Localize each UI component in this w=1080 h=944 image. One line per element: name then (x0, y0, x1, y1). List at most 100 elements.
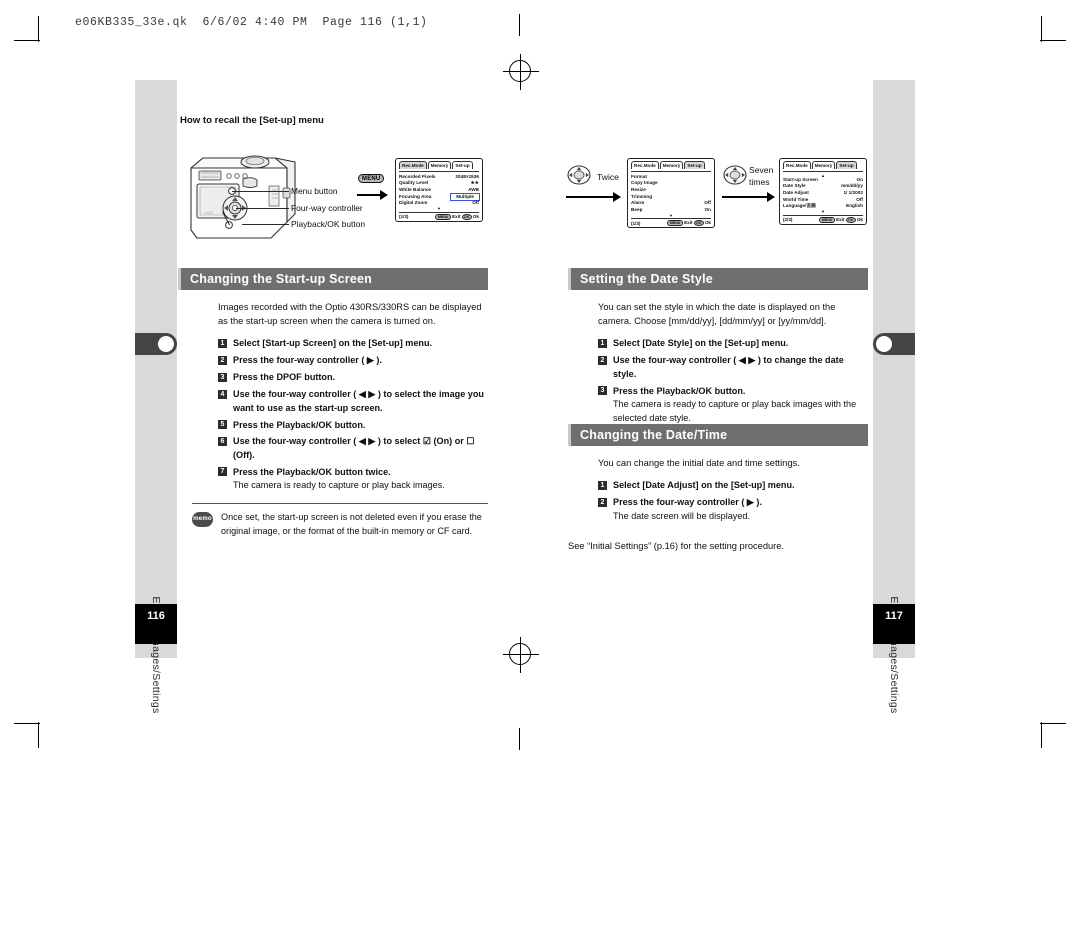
startup-intro: Images recorded with the Optio 430RS/330… (218, 302, 482, 327)
section-changing-date-time: Changing the Date/Time You can change th… (568, 424, 868, 553)
page-number-left: 116 (135, 604, 177, 644)
lcd3-row[interactable]: Start-up Screen On (783, 177, 863, 184)
step-text-sub: The camera is ready to capture or play b… (613, 399, 857, 423)
step-text: Press the Playback/OK button. (233, 419, 366, 430)
lcd2-row[interactable]: Copy Image (631, 180, 711, 187)
lcd2-tab-set-up[interactable]: Set-up (684, 161, 705, 170)
lcd3-row-value: 1/ 1/2002 (843, 190, 863, 196)
lcd2-row-label: Format (631, 173, 647, 179)
lcd1-tab-rec-mode[interactable]: Rec.Mode (399, 161, 427, 170)
lcd1-row[interactable]: Recorded Pixels 2048×1536 (399, 174, 479, 181)
lcd1-footer: (1/3) MENU Exit OK Ok (399, 211, 479, 220)
callout-line-four-way (236, 208, 289, 209)
lcd2-footer: (1/3) MENU Exit OK Ok (631, 218, 711, 227)
step-number: 2 (598, 497, 607, 507)
lcd2-rows: Format Copy Image Resize Trimming Alarm O… (631, 171, 711, 217)
step-item: 1 Select [Date Adjust] on the [Set-up] m… (598, 479, 868, 492)
lcd2-tab-rec-mode[interactable]: Rec.Mode (631, 161, 659, 170)
lcd3-rows: ▲ Start-up Screen On Date Style mm/dd/yy D… (783, 171, 863, 215)
crop-mark-bottom-right-h (1040, 723, 1066, 724)
crop-mark-top-left-h (14, 40, 40, 41)
step-text: Use the four-way controller ( ◀ ▶ ) to s… (233, 389, 484, 413)
step-text: Use the four-way controller ( ◀ ▶ ) to c… (613, 355, 844, 379)
crop-mark-bottom-left-h (14, 723, 40, 724)
datetime-steps: 1 Select [Date Adjust] on the [Set-up] m… (598, 479, 868, 523)
step-text: Select [Start-up Screen] on the [Set-up]… (233, 338, 433, 349)
step-number: 2 (598, 355, 607, 365)
howto-title: How to recall the [Set-up] menu (180, 115, 324, 126)
camera-illustration: LCD (190, 155, 296, 239)
lcd2-row-label: Beep (631, 207, 643, 213)
lcd3-row-label: Date Style (783, 183, 806, 189)
lcd1-tab-memory[interactable]: Memory (427, 161, 452, 170)
lcd2-exit-label: Exit (684, 220, 693, 226)
lcd2-row-label: Trimming (631, 193, 653, 199)
lcd3-tab-set-up[interactable]: Set-up (836, 161, 857, 170)
lcd1-row-label: White Balance (399, 187, 432, 193)
lcd-screen-rec-mode: Rec.Mode Memory Set-up Recorded Pixels 20… (395, 158, 483, 222)
step-text-sub: The camera is ready to capture or play b… (233, 480, 445, 491)
fold-mark-bottom (519, 728, 520, 750)
lcd1-row[interactable]: White Balance AWB (399, 187, 479, 194)
step-text: Press the four-way controller ( ▶ ). The… (613, 496, 762, 523)
step-item: 3 Press the Playback/OK button. The came… (598, 385, 868, 425)
step-item: 5 Press the Playback/OK button. (218, 419, 488, 432)
step-text-main: Press the four-way controller ( ▶ ). (613, 497, 762, 508)
lcd1-row-value: AWB (468, 187, 479, 193)
lcd2-row[interactable]: Resize (631, 187, 711, 194)
datestyle-intro: You can set the style in which the date … (598, 302, 836, 327)
lcd3-tabs: Rec.Mode Memory Set-up (783, 161, 863, 170)
lcd2-tab-memory[interactable]: Memory (659, 161, 684, 170)
datetime-intro: You can change the initial date and time… (598, 458, 800, 468)
lcd3-row[interactable]: Date Adjust 1/ 1/2002 (783, 190, 863, 197)
section-title-startup: Changing the Start-up Screen (178, 268, 488, 290)
lcd2-row[interactable]: Alarm Off (631, 200, 711, 207)
seven-label-line2: times (749, 177, 770, 187)
lcd1-row-label: Quality Level (399, 180, 429, 186)
lcd3-tab-rec-mode[interactable]: Rec.Mode (783, 161, 811, 170)
lcd1-tab-set-up[interactable]: Set-up (452, 161, 473, 170)
lcd3-tab-memory[interactable]: Memory (811, 161, 836, 170)
step-number: 7 (218, 467, 227, 477)
lcd2-row[interactable]: Format (631, 174, 711, 181)
step-item: 2 Press the four-way controller ( ▶ ). (218, 354, 488, 367)
step-number: 1 (598, 480, 607, 490)
step-text-main: Press the Playback/OK button. (613, 385, 746, 396)
lcd1-row[interactable]: Quality Level ★★ (399, 180, 479, 187)
step-item: 6 Use the four-way controller ( ◀ ▶ ) to… (218, 435, 488, 462)
lcd3-scroll-down-icon: ▼ (821, 209, 825, 215)
lcd2-row[interactable]: Trimming (631, 194, 711, 201)
page-number-right: 117 (873, 604, 915, 644)
crop-mark-bottom-right-v (1041, 722, 1042, 748)
lcd1-row-value: Multiple (450, 192, 480, 202)
step-text-sub: The date screen will be displayed. (613, 510, 750, 521)
lcd2-row-value: Off (704, 200, 711, 206)
lcd2-footer-keys: MENU Exit OK Ok (667, 220, 711, 227)
lcd3-ok-label: Ok (856, 216, 863, 222)
step-text: Press the Playback/OK button twice. The … (233, 466, 445, 493)
step-item: 4 Use the four-way controller ( ◀ ▶ ) to… (218, 388, 488, 415)
memo-text: Once set, the start-up screen is not del… (221, 511, 482, 536)
lcd3-ok-key-icon: OK (845, 216, 856, 223)
lcd1-row-selected[interactable]: Focusing Area Multiple (399, 192, 480, 202)
datestyle-steps: 1 Select [Date Style] on the [Set-up] me… (598, 337, 868, 425)
sidebar-label-right: Editing Images/Settings (888, 596, 900, 714)
lcd1-menu-key-icon: MENU (435, 213, 451, 220)
lcd1-footer-keys: MENU Exit OK Ok (435, 213, 479, 220)
lcd2-row-label: Copy Image (631, 180, 658, 186)
lcd2-row-label: Alarm (631, 200, 645, 206)
lcd3-row[interactable]: Date Style mm/dd/yy (783, 183, 863, 190)
lcd3-page-indicator: (2/3) (783, 217, 793, 223)
step-number: 4 (218, 389, 227, 399)
lcd1-row-value: ★★ (470, 180, 479, 186)
step-text: Press the DPOF button. (233, 372, 336, 383)
four-way-controller-icon-twice (567, 165, 591, 185)
lcd3-row-value: Off (856, 196, 863, 202)
step-text: Select [Date Adjust] on the [Set-up] men… (613, 480, 795, 491)
lcd1-page-indicator: (1/3) (399, 214, 409, 220)
step-text: Select [Date Style] on the [Set-up] menu… (613, 338, 789, 349)
registration-mark-bottom (503, 637, 539, 673)
chapter-tab-left (135, 333, 177, 355)
lcd3-row-label: Date Adjust (783, 190, 809, 196)
chapter-tab-dot-right (876, 336, 892, 352)
